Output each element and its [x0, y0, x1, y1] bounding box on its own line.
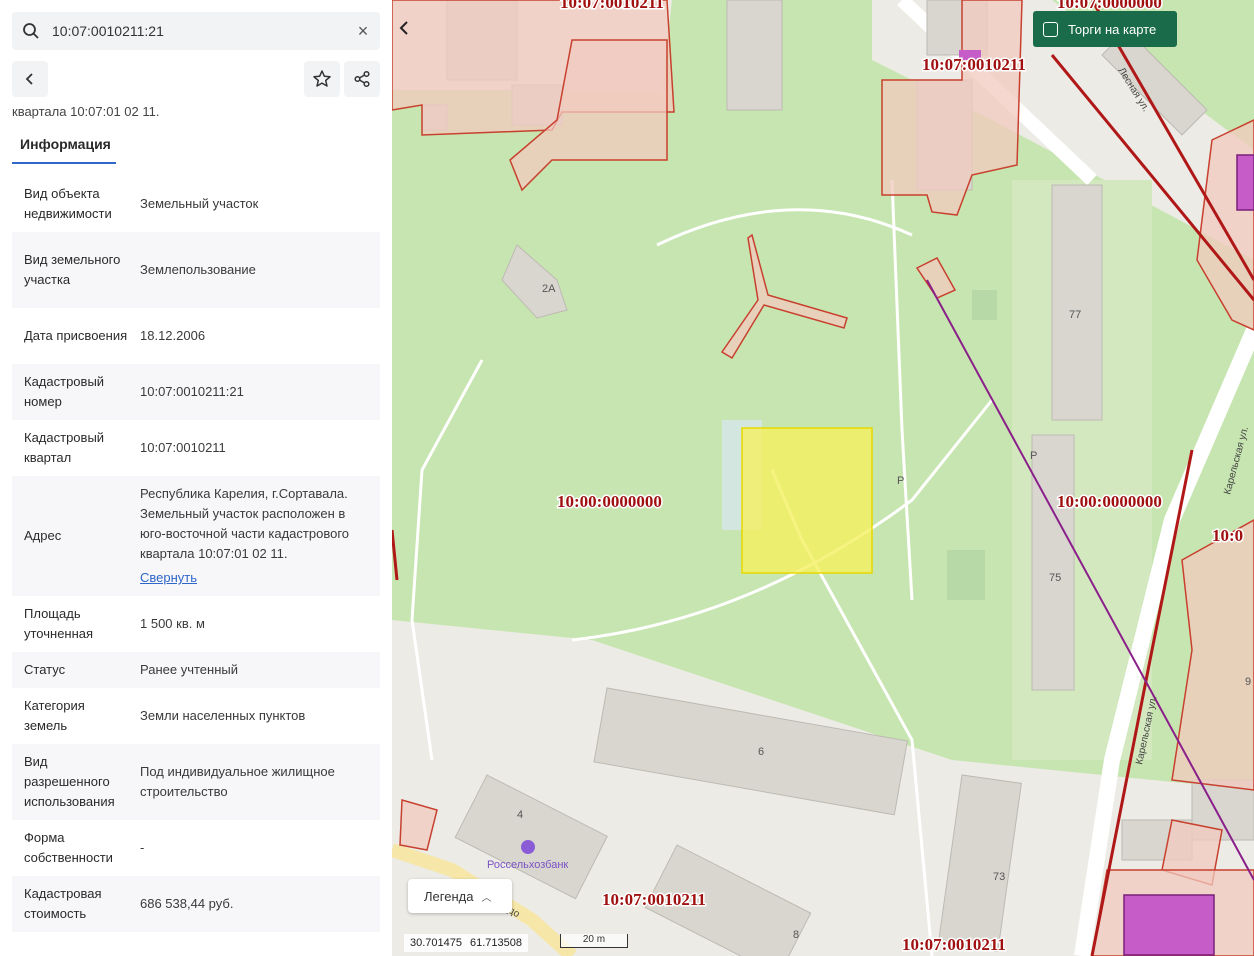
info-row: Кадастровый квартал 10:07:0010211: [12, 420, 380, 476]
info-row: Категория земель Земли населенных пункто…: [12, 688, 380, 744]
star-icon: [313, 70, 331, 87]
map-canvas[interactable]: 10:07:0010211 10:07:0000000 10:07:001021…: [392, 0, 1254, 956]
info-key: Вид объекта недвижимости: [24, 186, 112, 221]
auctions-label: Торги на карте: [1068, 21, 1157, 37]
svg-text:73: 73: [993, 871, 1005, 883]
svg-text:6: 6: [758, 746, 764, 758]
info-row: Кадастровый номер 10:07:0010211:21: [12, 364, 380, 420]
info-value: Земельный участок: [140, 196, 259, 211]
svg-text:9: 9: [1245, 676, 1251, 688]
search-bar[interactable]: 10:07:0010211:21 ×: [12, 12, 380, 50]
info-value: Ранее учтенный: [140, 662, 238, 677]
info-value: 18.12.2006: [140, 328, 206, 343]
svg-text:10:07:0010211: 10:07:0010211: [602, 890, 706, 909]
coord-lon: 30.701475: [410, 937, 462, 949]
info-row: Адрес Республика Карелия, г.Сортавала. З…: [12, 476, 380, 596]
info-key: Дата присвоения: [24, 328, 128, 343]
coord-lat: 61.713508: [470, 937, 522, 949]
info-row: Площадь уточненная 1 500 кв. м: [12, 596, 380, 652]
svg-text:2А: 2А: [542, 283, 556, 295]
search-input[interactable]: 10:07:0010211:21: [50, 23, 346, 39]
svg-text:Р: Р: [897, 475, 904, 487]
svg-text:10:07:0010211: 10:07:0010211: [560, 0, 664, 12]
collapse-link[interactable]: Свернуть: [140, 568, 370, 588]
chevron-up-icon: ︿: [481, 892, 492, 904]
info-key: Кадастровая стоимость: [24, 886, 102, 921]
chevron-left-icon: [399, 21, 408, 35]
svg-text:10:00:0000000: 10:00:0000000: [1057, 492, 1162, 511]
scale-bar: 20 m: [560, 934, 628, 948]
info-value: -: [140, 840, 145, 855]
svg-text:Россельхозбанк: Россельхозбанк: [487, 859, 568, 871]
svg-text:10:0: 10:0: [1212, 526, 1243, 545]
info-key: Вид разрешенного использования: [24, 754, 115, 809]
search-icon: [12, 12, 50, 50]
info-key: Кадастровый номер: [24, 374, 105, 409]
share-icon: [354, 70, 370, 88]
legend-label: Легенда: [424, 888, 474, 904]
info-row: Статус Ранее учтенный: [12, 652, 380, 688]
map-view[interactable]: 10:07:0010211 10:07:0000000 10:07:001021…: [392, 0, 1254, 956]
svg-text:10:00:0000000: 10:00:0000000: [557, 492, 662, 511]
info-value: 10:07:0010211: [140, 440, 226, 455]
info-value: Земли населенных пунктов: [140, 708, 306, 723]
info-row: Вид объекта недвижимости Земельный участ…: [12, 176, 380, 232]
svg-text:10:07:0010211: 10:07:0010211: [902, 935, 1006, 954]
info-key: Форма собственности: [24, 830, 113, 865]
share-button[interactable]: [344, 61, 380, 97]
checkbox-icon[interactable]: [1043, 21, 1058, 37]
svg-text:75: 75: [1049, 572, 1061, 584]
selected-parcel[interactable]: [741, 427, 873, 574]
info-key: Категория земель: [24, 698, 85, 733]
svg-text:Р: Р: [1030, 450, 1037, 462]
info-row: Вид разрешенного использования Под индив…: [12, 744, 380, 820]
arrow-left-icon: [25, 73, 33, 85]
svg-text:77: 77: [1069, 309, 1081, 321]
info-panel: 10:07:0010211:21 × квартала 10:07:01 02 …: [0, 0, 392, 956]
info-row: Дата присвоения 18.12.2006: [12, 308, 380, 364]
legend-button[interactable]: Легенда ︿: [408, 879, 512, 913]
info-key: Кадастровый квартал: [24, 430, 105, 465]
info-key: Статус: [24, 662, 66, 677]
info-value: 1 500 кв. м: [140, 616, 205, 631]
clear-icon[interactable]: ×: [346, 12, 380, 50]
info-value: Республика Карелия, г.Сортавала. Земельн…: [128, 484, 380, 588]
info-value: 686 538,44 руб.: [140, 896, 234, 911]
coordinates-readout: 30.701475 61.713508: [404, 934, 528, 952]
svg-text:Карельская ул.: Карельская ул.: [1222, 425, 1251, 495]
info-value: 10:07:0010211:21: [140, 384, 244, 399]
collapse-panel-button[interactable]: [392, 10, 416, 46]
info-value: Под индивидуальное жилищное строительств…: [140, 764, 335, 799]
svg-text:10:07:0010211: 10:07:0010211: [922, 55, 1026, 74]
info-row: Форма собственности -: [12, 820, 380, 876]
address-overflow-text: квартала 10:07:01 02 11.: [12, 104, 160, 119]
info-table: Вид объекта недвижимости Земельный участ…: [12, 176, 380, 932]
svg-text:8: 8: [793, 929, 799, 941]
info-key: Вид земельного участка: [24, 252, 121, 287]
back-button[interactable]: [12, 61, 48, 97]
svg-text:4: 4: [517, 809, 523, 821]
info-value: Землепользование: [140, 262, 256, 277]
address-text: Республика Карелия, г.Сортавала. Земельн…: [140, 486, 350, 561]
auctions-toggle[interactable]: Торги на карте: [1033, 11, 1177, 47]
info-key: Адрес: [24, 528, 62, 543]
info-row: Вид земельного участка Землепользование: [12, 232, 380, 308]
favorite-button[interactable]: [304, 61, 340, 97]
info-row: Кадастровая стоимость 686 538,44 руб.: [12, 876, 380, 932]
info-key: Площадь уточненная: [24, 606, 94, 641]
tab-information[interactable]: Информация: [12, 130, 116, 164]
bank-icon: [521, 840, 535, 854]
